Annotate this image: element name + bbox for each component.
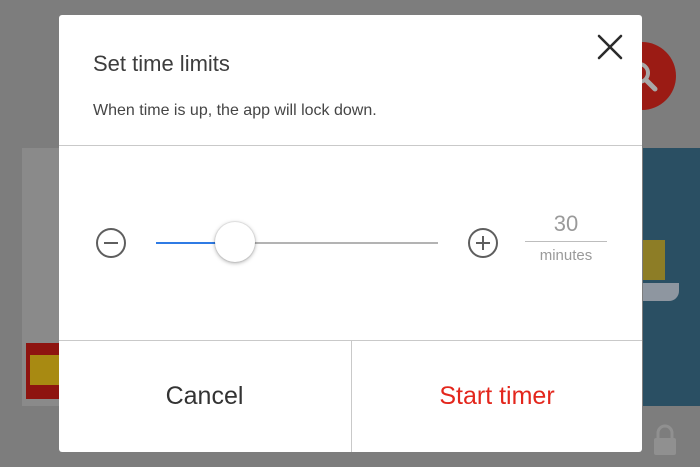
divider — [59, 145, 642, 146]
start-timer-button[interactable]: Start timer — [352, 341, 642, 452]
slider-thumb[interactable] — [215, 222, 255, 262]
close-icon — [597, 34, 623, 60]
dialog-subtitle: When time is up, the app will lock down. — [93, 102, 377, 119]
background-card-left — [22, 148, 62, 406]
time-limit-dialog: Set time limits When time is up, the app… — [59, 15, 642, 452]
background-card-right — [643, 148, 700, 406]
timer-unit-label: minutes — [539, 247, 593, 264]
close-button[interactable] — [596, 33, 624, 61]
decrement-button[interactable] — [95, 227, 127, 259]
timer-minutes-value: 30 — [525, 211, 607, 242]
dialog-title: Set time limits — [93, 51, 230, 76]
time-slider[interactable] — [156, 222, 438, 264]
lego-logo — [26, 343, 62, 399]
minus-circle-icon — [96, 228, 126, 258]
plus-circle-icon — [468, 228, 498, 258]
cancel-button[interactable]: Cancel — [59, 341, 350, 452]
lock-icon — [654, 424, 676, 455]
background-art — [643, 240, 665, 280]
increment-button[interactable] — [467, 227, 499, 259]
timer-value: 30 minutes — [525, 211, 607, 264]
